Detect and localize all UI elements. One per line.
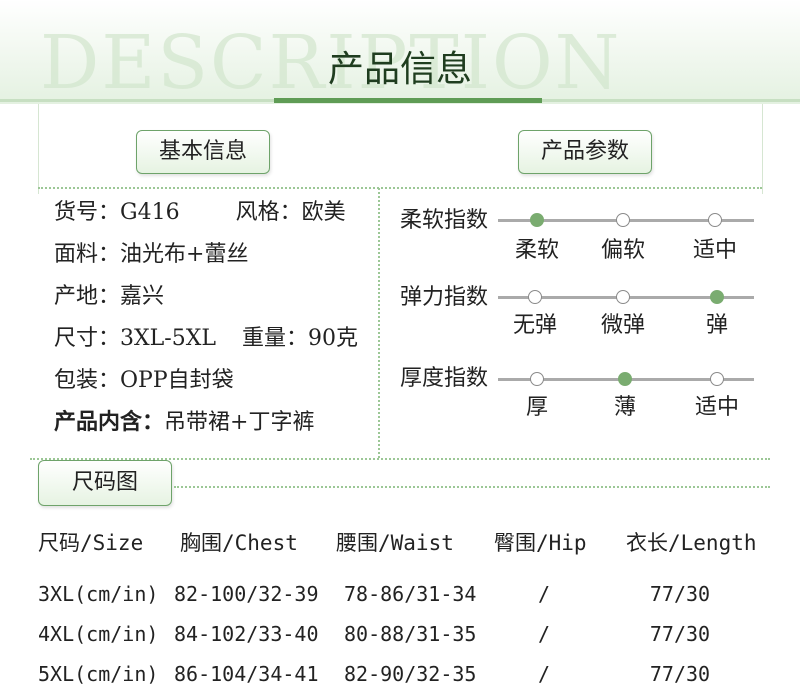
table-cell-length: 77/30 [649, 662, 711, 686]
divider-top [38, 187, 762, 189]
param-softness-dot-0 [530, 213, 544, 227]
table-cell-length: 77/30 [649, 622, 711, 646]
style-label: 风格： [235, 200, 302, 225]
param-softness-dot-2 [708, 213, 722, 227]
contents-label: 产品内含： [54, 410, 165, 435]
table-cell-chest: 86-104/34-41 [174, 662, 319, 686]
param-elasticity-dot-0 [528, 290, 542, 304]
table-cell-waist: 82-90/32-35 [344, 662, 477, 686]
param-softness-dot-1 [616, 213, 630, 227]
size-value: 3XL-5XL [120, 326, 216, 351]
item-no-value: G416 [120, 200, 180, 225]
param-thickness-option-1: 薄 [613, 395, 636, 420]
section-size-chart: 尺码图 [38, 460, 172, 506]
table-cell-length: 77/30 [649, 582, 711, 606]
fabric-label: 面料： [54, 242, 121, 267]
weight-value: 90克 [308, 326, 359, 351]
table-header-length: 衣长/Length [626, 531, 757, 555]
style-value: 欧美 [301, 200, 346, 225]
param-softness-option-0: 柔软 [514, 238, 559, 263]
param-elasticity-dot-2 [710, 290, 724, 304]
table-cell-size: 4XL(cm/in) [38, 622, 159, 646]
param-thickness-dot-0 [530, 372, 544, 386]
param-softness-option-2: 适中 [692, 238, 737, 263]
param-softness-label: 柔软指数 [400, 208, 489, 233]
param-elasticity-dot-1 [616, 290, 630, 304]
size-label: 尺寸： [54, 326, 121, 351]
table-header-size: 尺码/Size [38, 531, 144, 555]
origin-label: 产地： [54, 284, 121, 309]
param-thickness-dot-2 [710, 372, 724, 386]
weight-label: 重量： [242, 326, 309, 351]
info-package: 包装：OPP自封袋 [54, 366, 374, 396]
info-item-no-style: 货号：G416 风格：欧美 [54, 198, 374, 228]
fabric-value: 油光布+蕾丝 [120, 242, 249, 267]
table-cell-waist: 78-86/31-34 [344, 582, 477, 606]
table-header-hip: 臀围/Hip [494, 531, 587, 555]
table-header-waist: 腰围/Waist [336, 531, 454, 555]
param-elasticity-option-2: 弹 [705, 313, 728, 338]
package-label: 包装： [54, 368, 121, 393]
info-contents: 产品内含：吊带裙+丁字裤 [54, 408, 374, 438]
table-cell-chest: 82-100/32-39 [174, 582, 319, 606]
table-cell-size: 3XL(cm/in) [38, 582, 159, 606]
table-cell-hip: / [537, 622, 551, 646]
contents-value: 吊带裙+丁字裤 [164, 410, 315, 435]
param-thickness-option-0: 厚 [525, 395, 548, 420]
info-size-weight: 尺寸：3XL-5XL 重量：90克 [54, 324, 374, 354]
side-border-left [38, 104, 39, 194]
table-cell-waist: 80-88/31-35 [344, 622, 477, 646]
param-elasticity-option-0: 无弹 [512, 313, 557, 338]
package-value: OPP自封袋 [120, 368, 234, 393]
origin-value: 嘉兴 [120, 284, 165, 309]
info-fabric: 面料：油光布+蕾丝 [54, 240, 374, 270]
param-thickness-option-2: 适中 [694, 395, 739, 420]
section-product-params: 产品参数 [518, 130, 652, 174]
item-no-label: 货号： [54, 200, 121, 225]
param-elasticity-option-1: 微弹 [600, 313, 645, 338]
param-elasticity-label: 弹力指数 [400, 285, 489, 310]
table-header-chest: 胸围/Chest [180, 531, 298, 555]
divider-size-chart [174, 486, 770, 488]
side-border-right [762, 104, 763, 194]
param-softness-option-1: 偏软 [600, 238, 645, 263]
table-cell-chest: 84-102/33-40 [174, 622, 319, 646]
section-basic-info: 基本信息 [136, 130, 270, 174]
info-origin: 产地：嘉兴 [54, 282, 374, 312]
param-thickness-dot-1 [618, 372, 632, 386]
table-cell-hip: / [537, 662, 551, 686]
param-thickness-label: 厚度指数 [400, 366, 489, 391]
page-title: 产品信息 [327, 49, 472, 90]
title-underline-accent [274, 98, 542, 103]
divider-middle [378, 188, 380, 458]
table-cell-size: 5XL(cm/in) [38, 662, 159, 686]
table-cell-hip: / [537, 582, 551, 606]
